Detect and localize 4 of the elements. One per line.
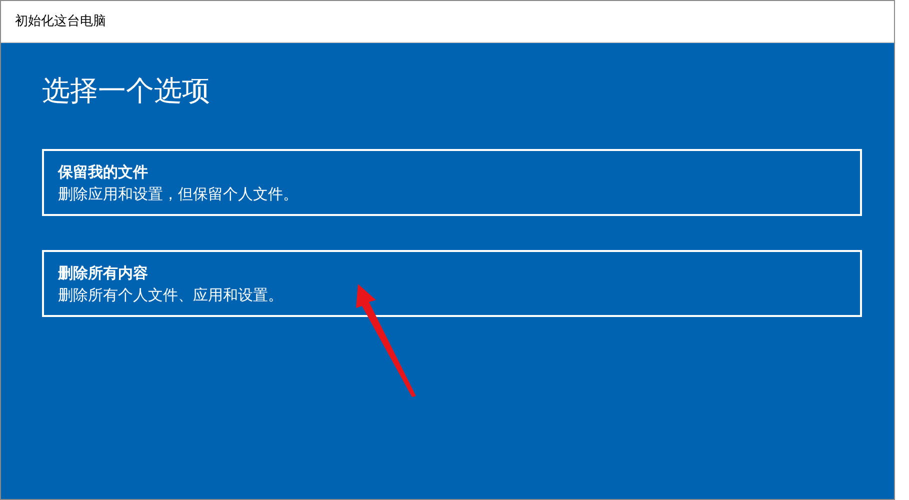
window-title: 初始化这台电脑 — [15, 12, 106, 31]
option-button[interactable]: 删除所有内容 删除所有个人文件、应用和设置。 — [42, 250, 862, 317]
option-button[interactable]: 保留我的文件 删除应用和设置，但保留个人文件。 — [42, 149, 862, 216]
heading: 选择一个选项 — [42, 73, 210, 109]
